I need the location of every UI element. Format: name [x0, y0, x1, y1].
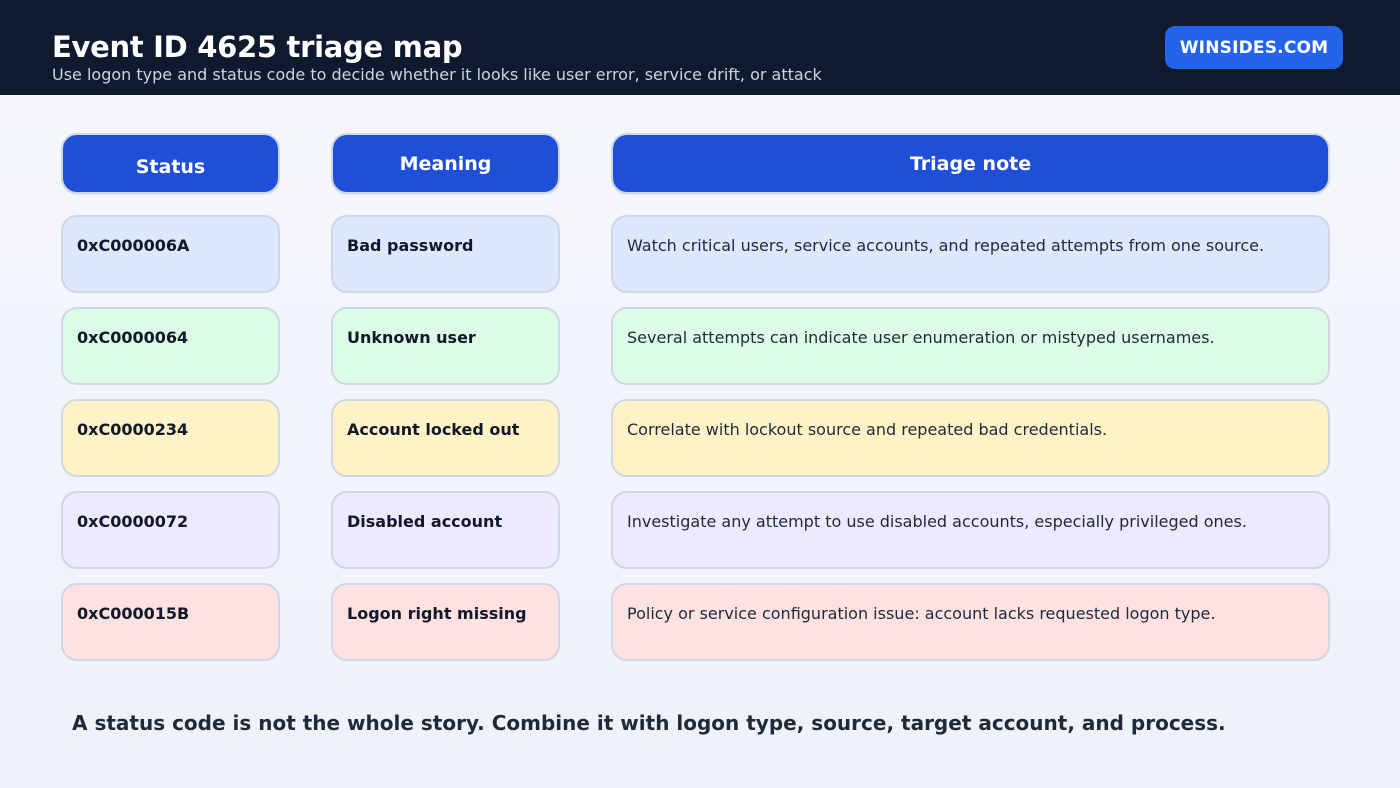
- brand-button[interactable]: WINSIDES.COM: [1165, 26, 1343, 69]
- status-code-cell: 0xC0000064: [61, 307, 280, 385]
- triage-note-cell: Watch critical users, service accounts, …: [611, 215, 1330, 293]
- meaning-cell: Bad password: [331, 215, 560, 293]
- column-header-meaning: Meaning: [331, 133, 560, 194]
- meaning-cell: Logon right missing: [331, 583, 560, 661]
- column-header-status: Status: [61, 133, 280, 194]
- triage-note-cell: Several attempts can indicate user enume…: [611, 307, 1330, 385]
- triage-note-cell: Investigate any attempt to use disabled …: [611, 491, 1330, 569]
- status-code-cell: 0xC0000234: [61, 399, 280, 477]
- status-code-cell: 0xC000015B: [61, 583, 280, 661]
- meaning-cell: Account locked out: [331, 399, 560, 477]
- page-title: Event ID 4625 triage map: [52, 30, 463, 64]
- footer-note: A status code is not the whole story. Co…: [72, 711, 1226, 735]
- status-code-cell: 0xC000006A: [61, 215, 280, 293]
- triage-note-cell: Correlate with lockout source and repeat…: [611, 399, 1330, 477]
- triage-note-cell: Policy or service configuration issue: a…: [611, 583, 1330, 661]
- header-bar: Event ID 4625 triage map Use logon type …: [0, 0, 1400, 95]
- meaning-cell: Unknown user: [331, 307, 560, 385]
- column-header-triage-note: Triage note: [611, 133, 1330, 194]
- meaning-cell: Disabled account: [331, 491, 560, 569]
- status-code-cell: 0xC0000072: [61, 491, 280, 569]
- page-subtitle: Use logon type and status code to decide…: [52, 65, 822, 84]
